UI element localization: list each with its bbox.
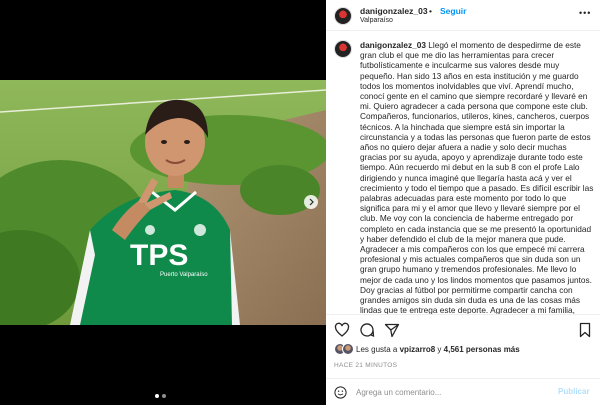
save-button[interactable] <box>577 322 593 338</box>
like-button[interactable] <box>334 322 350 338</box>
share-button[interactable] <box>384 322 400 338</box>
separator-dot: • <box>429 6 432 16</box>
comment-button[interactable] <box>359 322 375 338</box>
liker-username[interactable]: vpizarro8 <box>400 345 436 354</box>
likes-conjunction: y <box>437 345 442 354</box>
heart-icon <box>334 322 350 337</box>
caption-body: Llegó el momento de despedirme de este g… <box>360 40 594 314</box>
likes-prefix: Les gusta a <box>356 345 398 354</box>
post-side-panel: danigonzalez_03 • Seguir Valparaíso ••• … <box>326 0 600 405</box>
more-options-button[interactable]: ••• <box>579 8 591 18</box>
next-photo-button[interactable] <box>304 195 318 209</box>
post-caption: danigonzalez_03 Llegó el momento de desp… <box>326 32 600 314</box>
post-location[interactable]: Valparaíso <box>360 17 393 24</box>
liker-avatar[interactable] <box>342 343 354 355</box>
follow-button[interactable]: Seguir <box>440 6 466 16</box>
bookmark-icon <box>579 322 591 338</box>
comment-input[interactable] <box>356 386 536 399</box>
emoji-button[interactable] <box>334 386 347 399</box>
comment-bar: Publicar <box>326 378 600 405</box>
likes-count[interactable]: 4,561 personas más <box>444 345 520 354</box>
caption-avatar[interactable] <box>334 40 352 58</box>
carousel-dot-active <box>155 394 159 398</box>
photo-area: TPS Puerto Valparaíso <box>0 0 326 405</box>
post-header: danigonzalez_03 • Seguir Valparaíso ••• <box>326 0 600 31</box>
post-timestamp[interactable]: HACE 21 MINUTOS <box>334 362 397 369</box>
post-modal: TPS Puerto Valparaíso danigonzalez_03 • … <box>0 0 600 405</box>
caption-username[interactable]: danigonzalez_03 <box>360 40 426 50</box>
share-icon <box>384 323 400 338</box>
post-photo[interactable]: TPS Puerto Valparaíso <box>0 80 326 325</box>
author-username[interactable]: danigonzalez_03 <box>360 6 428 16</box>
carousel-indicator <box>155 394 166 398</box>
carousel-dot <box>162 394 166 398</box>
shirt-sponsor-subtext: Puerto Valparaíso <box>160 272 208 278</box>
publish-comment-button[interactable]: Publicar <box>558 387 590 396</box>
likes-text: Les gusta a vpizarro8 y 4,561 personas m… <box>356 345 520 354</box>
shirt-sponsor-text: TPS <box>130 239 188 272</box>
emoji-icon <box>334 386 347 399</box>
caption-text-block: danigonzalez_03 Llegó el momento de desp… <box>360 40 594 314</box>
comment-icon <box>360 323 375 338</box>
action-bar <box>326 314 600 344</box>
chevron-right-icon <box>309 198 314 206</box>
author-avatar[interactable] <box>334 7 352 25</box>
